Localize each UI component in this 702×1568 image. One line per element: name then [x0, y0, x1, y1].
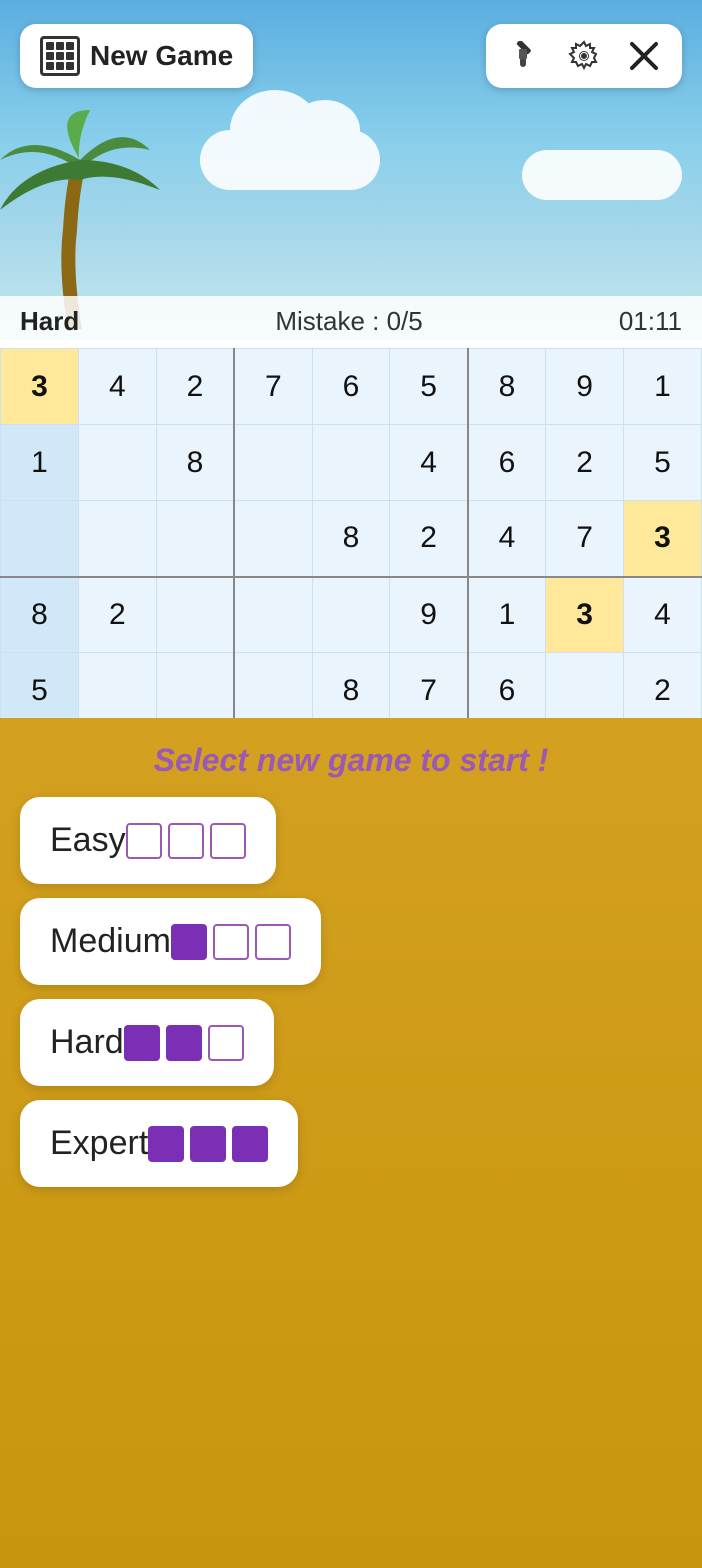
- mistakes-display: Mistake : 0/5: [275, 306, 422, 337]
- difficulty-label: Expert: [50, 1124, 148, 1163]
- sudoku-cell[interactable]: 6: [468, 425, 546, 501]
- bar-box: [190, 1126, 226, 1162]
- difficulty-indicator: [171, 924, 291, 960]
- difficulty-option-hard[interactable]: Hard: [20, 999, 274, 1086]
- sudoku-cell[interactable]: [234, 577, 312, 653]
- difficulty-indicator: [124, 1025, 244, 1061]
- new-game-overlay: Select new game to start ! Easy Medium Har…: [0, 718, 702, 1568]
- sudoku-cell[interactable]: [234, 425, 312, 501]
- sudoku-cell[interactable]: 5: [390, 349, 468, 425]
- bar-box: [208, 1025, 244, 1061]
- sudoku-cell[interactable]: 2: [78, 577, 156, 653]
- bar-box: [255, 924, 291, 960]
- bar-box: [171, 924, 207, 960]
- close-icon: [628, 40, 660, 72]
- new-game-label: New Game: [90, 40, 233, 72]
- difficulty-indicator: [148, 1126, 268, 1162]
- difficulty-label: Medium: [50, 922, 171, 961]
- timer-display: 01:11: [619, 306, 682, 337]
- sudoku-cell[interactable]: [78, 425, 156, 501]
- bar-box: [168, 823, 204, 859]
- sudoku-cell[interactable]: 1: [1, 425, 79, 501]
- difficulty-option-expert[interactable]: Expert: [20, 1100, 298, 1187]
- new-game-button[interactable]: New Game: [20, 24, 253, 88]
- difficulty-display: Hard: [20, 306, 79, 337]
- sudoku-cell[interactable]: 4: [78, 349, 156, 425]
- bar-box: [124, 1025, 160, 1061]
- difficulty-label: Hard: [50, 1023, 124, 1062]
- sudoku-cell[interactable]: 3: [1, 349, 79, 425]
- sudoku-cell[interactable]: [234, 501, 312, 577]
- sudoku-cell[interactable]: 1: [624, 349, 702, 425]
- top-icon-group: [486, 24, 682, 88]
- sudoku-cell[interactable]: 6: [312, 349, 390, 425]
- bar-box: [126, 823, 162, 859]
- bar-box: [232, 1126, 268, 1162]
- close-button[interactable]: [622, 34, 666, 78]
- difficulty-indicator: [126, 823, 246, 859]
- sudoku-cell[interactable]: 2: [156, 349, 234, 425]
- difficulty-list: Easy Medium Hard Expert: [20, 797, 682, 1201]
- gear-icon: [568, 40, 600, 72]
- sudoku-board: 3427658911846258247382913458762: [0, 348, 702, 729]
- bar-box: [166, 1025, 202, 1061]
- sudoku-cell[interactable]: [312, 425, 390, 501]
- sudoku-cell[interactable]: 4: [468, 501, 546, 577]
- sudoku-cell[interactable]: 9: [390, 577, 468, 653]
- sudoku-cell[interactable]: 9: [546, 349, 624, 425]
- sudoku-cell[interactable]: 5: [624, 425, 702, 501]
- sudoku-cell[interactable]: 3: [546, 577, 624, 653]
- bar-box: [148, 1126, 184, 1162]
- sudoku-cell[interactable]: [156, 577, 234, 653]
- sudoku-cell[interactable]: [1, 501, 79, 577]
- sudoku-cell[interactable]: 8: [312, 501, 390, 577]
- sudoku-cell[interactable]: [312, 577, 390, 653]
- brush-icon: [509, 41, 539, 71]
- sudoku-cell[interactable]: 1: [468, 577, 546, 653]
- sudoku-cell[interactable]: 4: [624, 577, 702, 653]
- status-bar: Hard Mistake : 0/5 01:11: [0, 296, 702, 347]
- sudoku-cell[interactable]: 8: [1, 577, 79, 653]
- sudoku-cell[interactable]: 2: [390, 501, 468, 577]
- settings-button[interactable]: [562, 34, 606, 78]
- cloud-decoration: [200, 130, 380, 190]
- difficulty-option-easy[interactable]: Easy: [20, 797, 276, 884]
- cloud-decoration-2: [522, 150, 682, 200]
- sudoku-cell[interactable]: 8: [468, 349, 546, 425]
- brush-button[interactable]: [502, 34, 546, 78]
- sudoku-cell[interactable]: 7: [546, 501, 624, 577]
- overlay-prompt: Select new game to start !: [20, 742, 682, 779]
- sudoku-cell[interactable]: 3: [624, 501, 702, 577]
- top-bar: New Game: [20, 24, 682, 88]
- sudoku-cell[interactable]: [78, 501, 156, 577]
- grid-icon: [40, 36, 80, 76]
- sudoku-cell[interactable]: 7: [234, 349, 312, 425]
- sudoku-cell[interactable]: 8: [156, 425, 234, 501]
- bar-box: [213, 924, 249, 960]
- difficulty-option-medium[interactable]: Medium: [20, 898, 321, 985]
- bar-box: [210, 823, 246, 859]
- sudoku-cell[interactable]: 4: [390, 425, 468, 501]
- sudoku-cell[interactable]: 2: [546, 425, 624, 501]
- sudoku-cell[interactable]: [156, 501, 234, 577]
- difficulty-label: Easy: [50, 821, 126, 860]
